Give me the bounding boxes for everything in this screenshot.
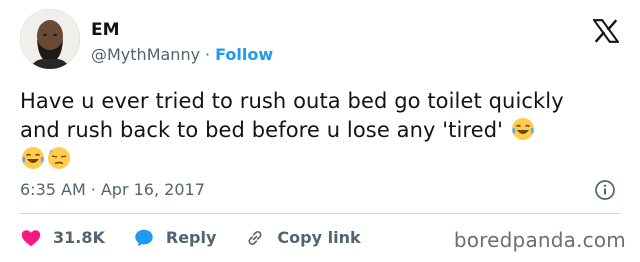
action-bar: 31.8K Reply Copy link: [20, 223, 389, 253]
info-icon[interactable]: [594, 179, 616, 201]
copy-link-button[interactable]: Copy link: [244, 227, 361, 249]
handle-row: @MythManny · Follow: [91, 45, 273, 65]
tweet-text-line-2-text: and rush back to bed before u lose any '…: [20, 118, 504, 142]
tweet-text: Have u ever tried to rush outa bed go to…: [20, 87, 625, 174]
tweet-card: EM @MythManny · Follow Have u ever tried t…: [0, 0, 640, 262]
reply-label: Reply: [165, 228, 217, 247]
divider: [20, 213, 620, 214]
tears-of-joy-emoji-icon: [511, 117, 535, 141]
link-icon: [244, 227, 266, 249]
author-block: EM @MythManny · Follow: [91, 19, 273, 65]
downcast-sweat-emoji-icon: [47, 146, 71, 170]
x-logo-icon[interactable]: [593, 19, 619, 43]
tweet-text-line-1: Have u ever tried to rush outa bed go to…: [20, 89, 564, 113]
like-count: 31.8K: [53, 228, 105, 247]
tears-of-joy-emoji-icon: [21, 146, 45, 170]
avatar[interactable]: [20, 9, 80, 69]
handle-separator: ·: [205, 45, 211, 64]
tweet-text-line-2: and rush back to bed before u lose any '…: [20, 116, 625, 145]
tweet-text-line-3: [20, 145, 625, 174]
avatar-image: [20, 9, 80, 69]
heart-icon: [20, 227, 42, 249]
timestamp[interactable]: 6:35 AM · Apr 16, 2017: [20, 180, 205, 200]
reply-bubble-icon: [133, 227, 155, 249]
follow-button[interactable]: Follow: [215, 45, 273, 64]
timestamp-separator: ·: [90, 180, 96, 199]
like-button[interactable]: 31.8K: [20, 227, 105, 249]
tweet-time: 6:35 AM: [20, 180, 86, 199]
user-handle[interactable]: @MythManny: [91, 45, 200, 64]
display-name[interactable]: EM: [91, 19, 273, 41]
copy-link-label: Copy link: [277, 228, 361, 247]
reply-button[interactable]: Reply: [133, 227, 217, 249]
watermark: boredpanda.com: [453, 228, 626, 252]
tweet-date: Apr 16, 2017: [100, 180, 205, 199]
